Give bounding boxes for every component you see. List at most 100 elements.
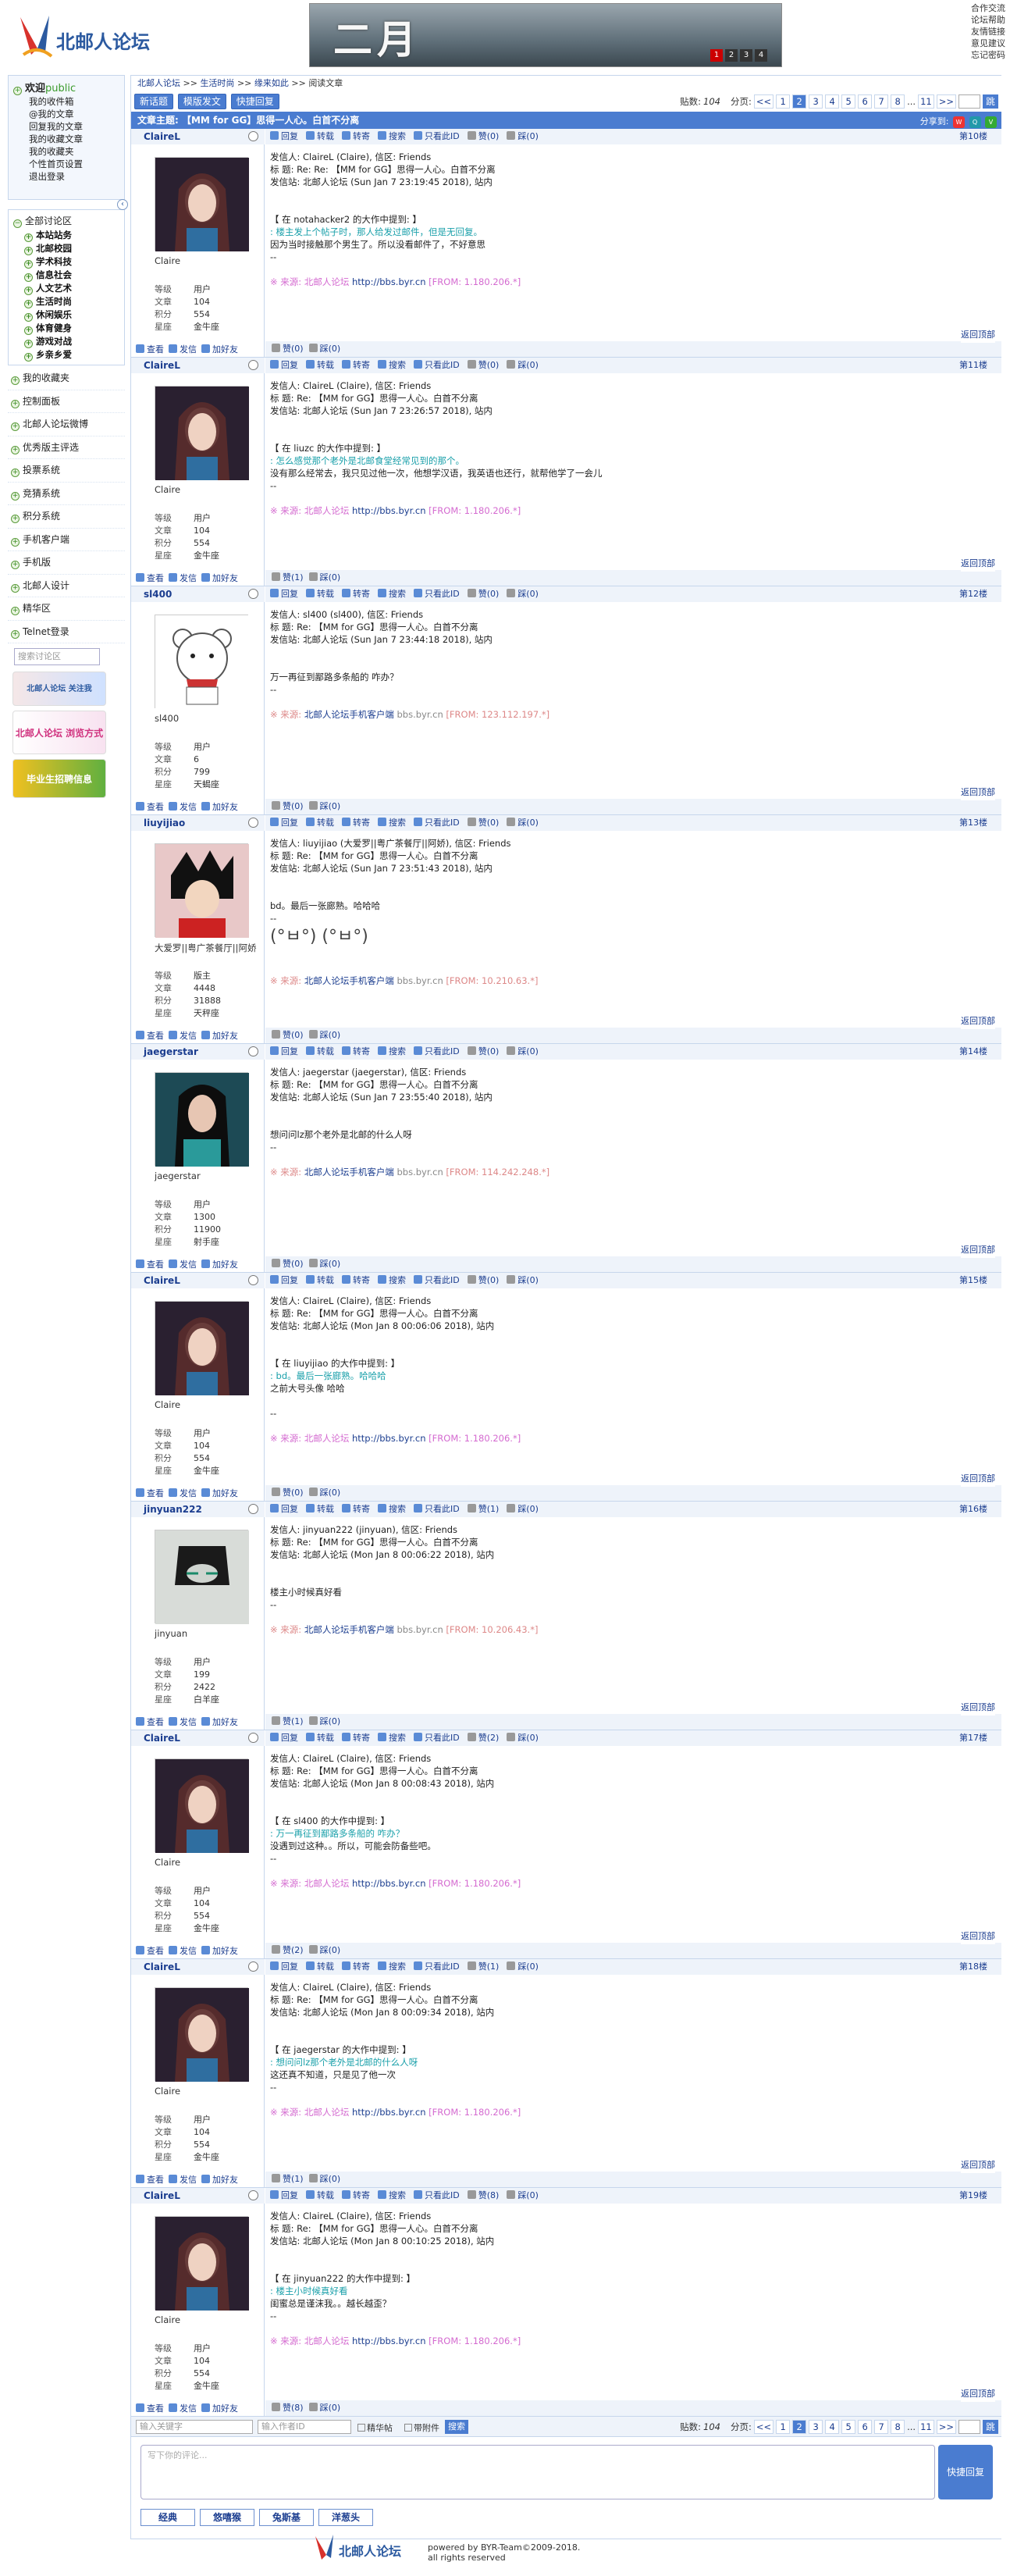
nav-item[interactable]: + 我的收藏夹 [8, 367, 125, 390]
footer-dislike-button[interactable]: 踩(0) [308, 1259, 340, 1269]
author-id[interactable]: ClaireL [131, 358, 265, 373]
section-search-input[interactable]: 搜索讨论区 [14, 648, 100, 665]
dislike-button[interactable]: 踩(0) [507, 1046, 539, 1056]
emoji-tab[interactable]: 经典 [140, 2509, 195, 2526]
add-friend-button[interactable]: 加好友 [201, 1946, 238, 1956]
section-item[interactable]: + 游戏对战 [13, 335, 119, 348]
back-to-top-link[interactable]: 返回顶部 [961, 1242, 995, 1258]
floor-number[interactable]: 第18楼 [959, 1959, 987, 1975]
user-link[interactable]: 退出登录 [13, 170, 119, 183]
pager-page[interactable]: 5 [841, 2420, 856, 2434]
like-button[interactable]: 赞(0) [467, 1046, 499, 1056]
top-link[interactable]: 意见建议 [971, 37, 1005, 49]
section-item[interactable]: + 休闲娱乐 [13, 308, 119, 322]
nav-item[interactable]: + 北邮人设计 [8, 575, 125, 597]
user-link[interactable]: 个性首页设置 [13, 158, 119, 170]
search-button[interactable]: 搜索 [378, 1733, 406, 1743]
section-item[interactable]: + 学术科技 [13, 255, 119, 269]
author-id[interactable]: ClaireL [131, 1730, 265, 1746]
nav-item[interactable]: + 手机版 [8, 551, 125, 575]
add-friend-button[interactable]: 加好友 [201, 573, 238, 583]
footer-dislike-button[interactable]: 踩(0) [308, 344, 340, 354]
add-friend-button[interactable]: 加好友 [201, 2403, 238, 2414]
nav-item[interactable]: + 手机客户端 [8, 529, 125, 551]
like-button[interactable]: 赞(0) [467, 131, 499, 141]
qq-share-icon[interactable]: Q [969, 116, 981, 128]
only-this-id-button[interactable]: 只看此ID [414, 2190, 460, 2200]
like-button[interactable]: 赞(0) [467, 818, 499, 828]
footer-like-button[interactable]: 赞(0) [272, 344, 304, 354]
section-item[interactable]: + 人文艺术 [13, 282, 119, 295]
pager-prev[interactable]: << [753, 94, 774, 109]
author-id[interactable]: ClaireL [131, 2188, 265, 2204]
avatar[interactable] [155, 386, 249, 480]
footer-like-button[interactable]: 赞(1) [272, 1716, 304, 1726]
view-profile-button[interactable]: 查看 [136, 1488, 164, 1498]
send-mail-button[interactable]: 发信 [169, 1946, 197, 1956]
view-profile-button[interactable]: 查看 [136, 1717, 164, 1727]
footer-like-button[interactable]: 赞(2) [272, 1945, 304, 1955]
floor-number[interactable]: 第11楼 [959, 358, 987, 373]
repost-button[interactable]: 转载 [306, 1733, 334, 1743]
only-this-id-button[interactable]: 只看此ID [414, 131, 460, 141]
banner-page[interactable]: 2 [725, 49, 738, 62]
breadcrumb-item[interactable]: 生活时尚 [200, 78, 234, 88]
avatar[interactable] [155, 2216, 249, 2311]
view-profile-button[interactable]: 查看 [136, 2403, 164, 2414]
floor-number[interactable]: 第14楼 [959, 1044, 987, 1060]
avatar[interactable] [155, 615, 249, 709]
like-button[interactable]: 赞(1) [467, 1961, 499, 1972]
pager-page-current[interactable]: 2 [792, 2420, 807, 2434]
avatar[interactable] [155, 157, 249, 251]
send-mail-button[interactable]: 发信 [169, 1488, 197, 1498]
footer-like-button[interactable]: 赞(1) [272, 572, 304, 583]
footer-like-button[interactable]: 赞(0) [272, 1488, 304, 1498]
view-profile-button[interactable]: 查看 [136, 802, 164, 812]
forward-button[interactable]: 转寄 [342, 1504, 370, 1514]
repost-button[interactable]: 转载 [306, 1275, 334, 1285]
add-friend-button[interactable]: 加好友 [201, 1259, 238, 1270]
banner-page[interactable]: 4 [755, 49, 767, 62]
footer-dislike-button[interactable]: 踩(0) [308, 801, 340, 811]
only-this-id-button[interactable]: 只看此ID [414, 1275, 460, 1285]
search-button[interactable]: 搜索 [378, 1961, 406, 1972]
back-to-top-link[interactable]: 返回顶部 [961, 327, 995, 343]
back-to-top-link[interactable]: 返回顶部 [961, 1929, 995, 1944]
view-profile-button[interactable]: 查看 [136, 2175, 164, 2185]
template-post-button[interactable]: 模版发文 [177, 94, 226, 109]
footer-like-button[interactable]: 赞(0) [272, 801, 304, 811]
repost-button[interactable]: 转载 [306, 360, 334, 370]
add-friend-button[interactable]: 加好友 [201, 802, 238, 812]
attachment-checkbox[interactable]: 带附件 [404, 2421, 439, 2434]
send-mail-button[interactable]: 发信 [169, 573, 197, 583]
add-friend-button[interactable]: 加好友 [201, 1031, 238, 1041]
like-button[interactable]: 赞(8) [467, 2190, 499, 2200]
search-button[interactable]: 搜索 [378, 1504, 406, 1514]
only-this-id-button[interactable]: 只看此ID [414, 1504, 460, 1514]
send-mail-button[interactable]: 发信 [169, 1717, 197, 1727]
top-link[interactable]: 论坛帮助 [971, 14, 1005, 26]
avatar[interactable] [155, 1301, 249, 1395]
wechat-share-icon[interactable]: V [985, 116, 997, 128]
search-button[interactable]: 搜索 [378, 1046, 406, 1056]
search-button[interactable]: 搜索 [378, 360, 406, 370]
pager-page[interactable]: 11 [918, 94, 934, 109]
pager-page[interactable]: 6 [858, 2420, 873, 2434]
emoji-tab[interactable]: 悠嘻猴 [200, 2509, 254, 2526]
avatar[interactable] [155, 1072, 249, 1167]
forward-button[interactable]: 转寄 [342, 1733, 370, 1743]
back-to-top-link[interactable]: 返回顶部 [961, 2386, 995, 2402]
only-this-id-button[interactable]: 只看此ID [414, 818, 460, 828]
repost-button[interactable]: 转载 [306, 1961, 334, 1972]
floor-number[interactable]: 第19楼 [959, 2188, 987, 2204]
footer-dislike-button[interactable]: 踩(0) [308, 572, 340, 583]
user-link[interactable]: 我的收藏夹 [13, 145, 119, 158]
dislike-button[interactable]: 踩(0) [507, 131, 539, 141]
avatar[interactable] [155, 1987, 249, 2082]
pager-page[interactable]: 3 [809, 2420, 823, 2434]
pager-prev[interactable]: << [753, 2420, 774, 2434]
back-to-top-link[interactable]: 返回顶部 [961, 1014, 995, 1029]
pager-page[interactable]: 4 [825, 2420, 840, 2434]
dislike-button[interactable]: 踩(0) [507, 818, 539, 828]
view-profile-button[interactable]: 查看 [136, 1946, 164, 1956]
